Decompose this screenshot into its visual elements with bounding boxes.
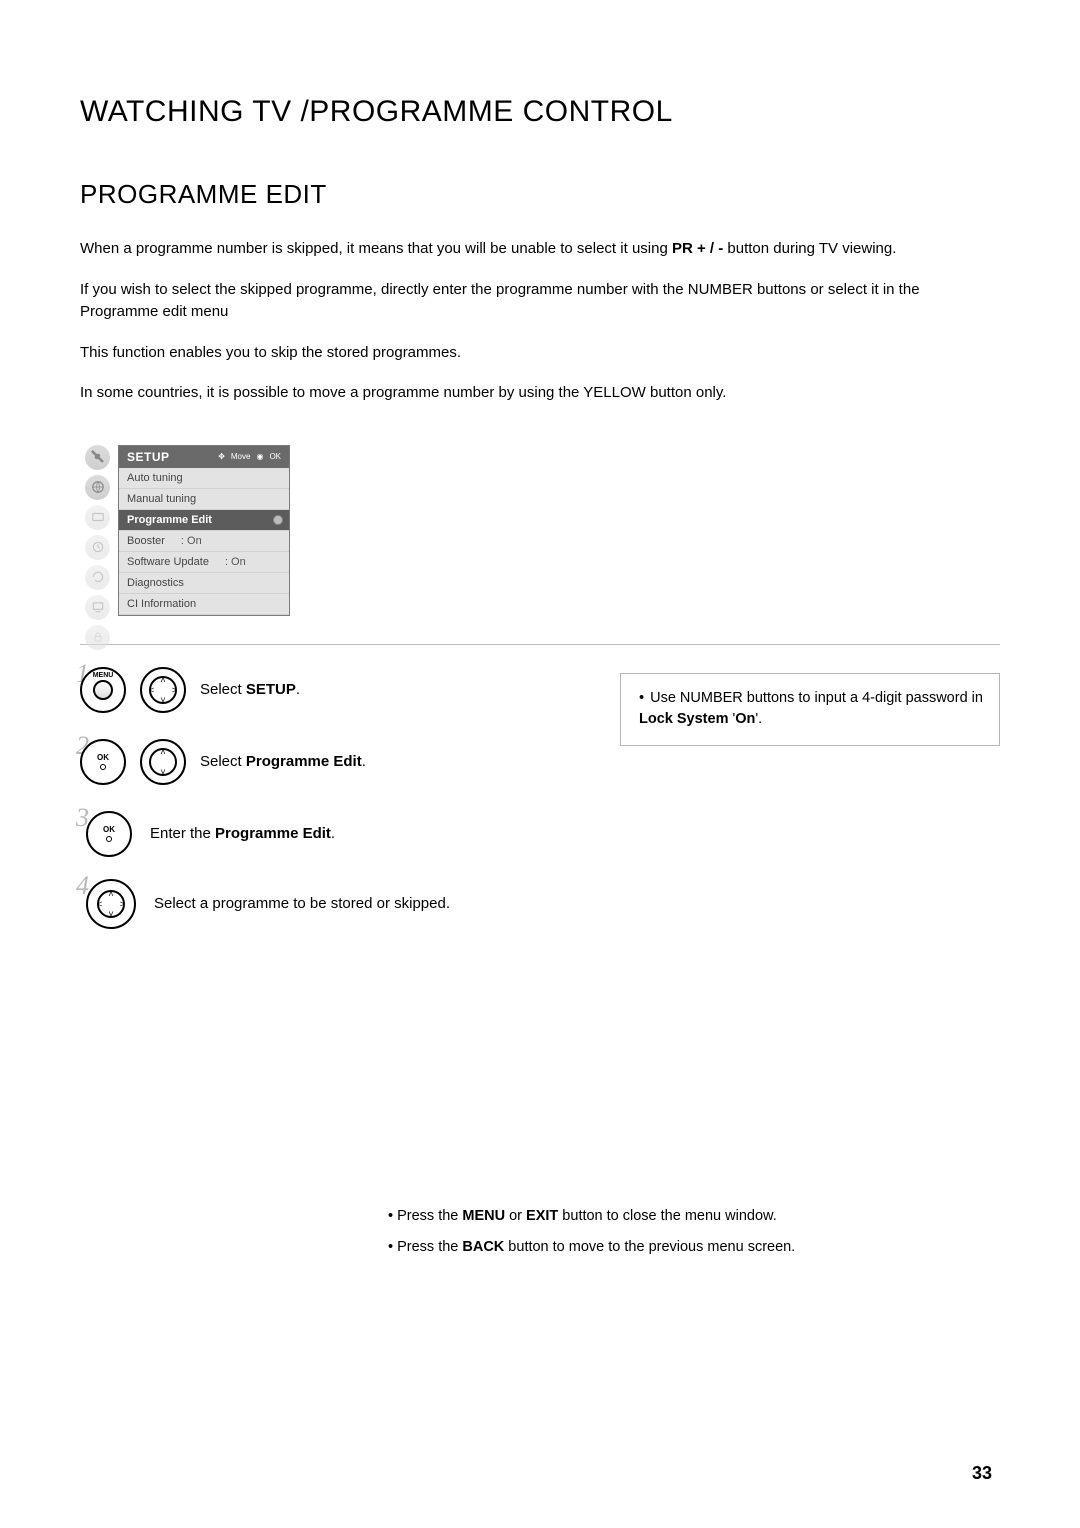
step-3-text: Enter the Programme Edit. bbox=[150, 825, 335, 842]
step-1-text: Select SETUP. bbox=[200, 681, 300, 698]
step-1: 1 MENU ˄ ˅ ˂ ˃ Select SETUP. bbox=[80, 667, 580, 713]
osd-hint-ok: OK bbox=[269, 452, 281, 461]
intro-p1-a: When a programme number is skipped, it m… bbox=[80, 240, 672, 257]
step-2-text: Select Programme Edit. bbox=[200, 753, 366, 770]
bullet-icon: • bbox=[639, 690, 644, 706]
footer-l1-c: or bbox=[505, 1208, 526, 1224]
step-3-a: Enter the bbox=[150, 825, 215, 842]
chevron-right-icon: ˃ bbox=[172, 685, 177, 695]
globe-icon bbox=[85, 475, 110, 500]
osd-item-software-update-label: Software Update bbox=[127, 556, 209, 568]
dpad-icon: ˄ ˅ ˂ ˃ bbox=[86, 879, 136, 929]
page-title: WATCHING TV /PROGRAMME CONTROL bbox=[80, 95, 1000, 129]
ok-button-label: OK bbox=[97, 753, 109, 762]
step-2-a: Select bbox=[200, 753, 246, 770]
osd-item-diagnostics[interactable]: Diagnostics bbox=[119, 573, 289, 594]
footer-line-1: • Press the MENU or EXIT button to close… bbox=[388, 1201, 1000, 1233]
move-arrows-icon: ✥ bbox=[218, 452, 225, 461]
step-1-b: SETUP bbox=[246, 681, 296, 698]
osd-item-booster-value: : On bbox=[181, 535, 202, 547]
intro-p1-c: button during TV viewing. bbox=[723, 240, 896, 257]
wrench-icon bbox=[85, 445, 110, 470]
note-box: • Use NUMBER buttons to input a 4-digit … bbox=[620, 673, 1000, 747]
footer-l2-c: button to move to the previous menu scre… bbox=[504, 1239, 795, 1255]
dot-icon: ◉ bbox=[256, 452, 263, 461]
step-2: 2 OK ˄ ˅ Select Programme Edit. bbox=[80, 739, 580, 785]
chevron-down-icon: ˅ bbox=[160, 695, 165, 705]
chevron-down-icon: ˅ bbox=[160, 767, 165, 777]
osd-setup-menu: SETUP ✥ Move ◉ OK Auto tuning Manual tun… bbox=[80, 445, 290, 616]
step-3-b: Programme Edit bbox=[215, 825, 331, 842]
intro-block: When a programme number is skipped, it m… bbox=[80, 238, 1000, 405]
intro-p1: When a programme number is skipped, it m… bbox=[80, 238, 1000, 261]
footer-l2-a: • Press the bbox=[388, 1239, 462, 1255]
tv-icon bbox=[85, 505, 110, 530]
step-4-text: Select a programme to be stored or skipp… bbox=[154, 895, 450, 912]
step-2-b: Programme Edit bbox=[246, 753, 362, 770]
osd-item-software-update-value: : On bbox=[225, 556, 246, 568]
osd-item-software-update[interactable]: Software Update : On bbox=[119, 552, 289, 573]
osd-item-ci-information[interactable]: CI Information bbox=[119, 594, 289, 615]
intro-p2: If you wish to select the skipped progra… bbox=[80, 279, 1000, 324]
section-title: PROGRAMME EDIT bbox=[80, 179, 1000, 210]
footer-l1-d: EXIT bbox=[526, 1208, 558, 1224]
step-1-c: . bbox=[296, 681, 300, 698]
osd-category-icons bbox=[80, 445, 115, 655]
chevron-up-icon: ˄ bbox=[160, 675, 165, 685]
footer-l2-b: BACK bbox=[462, 1239, 504, 1255]
page-number: 33 bbox=[972, 1463, 992, 1484]
chevron-left-icon: ˂ bbox=[149, 685, 154, 695]
chevron-down-icon: ˅ bbox=[108, 909, 113, 919]
step-3-c: . bbox=[331, 825, 335, 842]
clock-icon bbox=[85, 535, 110, 560]
chevron-left-icon: ˂ bbox=[97, 899, 102, 909]
chevron-right-icon: ˃ bbox=[120, 899, 125, 909]
osd-hint-move: Move bbox=[231, 452, 251, 461]
step-4: 4 ˄ ˅ ˂ ˃ Select a programme to be store… bbox=[80, 879, 580, 929]
osd-item-auto-tuning[interactable]: Auto tuning bbox=[119, 468, 289, 489]
dpad-icon: ˄ ˅ ˂ ˃ bbox=[140, 667, 186, 713]
dpad-icon: ˄ ˅ bbox=[140, 739, 186, 785]
footer-line-2: • Press the BACK button to move to the p… bbox=[388, 1232, 1000, 1264]
ok-dot-icon bbox=[106, 836, 112, 842]
note-b: Lock System bbox=[639, 711, 728, 727]
footer-l1-a: • Press the bbox=[388, 1208, 462, 1224]
chevron-up-icon: ˄ bbox=[108, 889, 113, 899]
note-e: '. bbox=[755, 711, 762, 727]
footer-l1-b: MENU bbox=[462, 1208, 505, 1224]
osd-header: SETUP ✥ Move ◉ OK bbox=[119, 446, 289, 468]
osd-item-booster-label: Booster bbox=[127, 535, 165, 547]
note-a: Use NUMBER buttons to input a 4-digit pa… bbox=[646, 690, 983, 706]
note-d: On bbox=[735, 711, 755, 727]
footer-notes: • Press the MENU or EXIT button to close… bbox=[80, 1201, 1000, 1265]
step-2-c: . bbox=[362, 753, 366, 770]
osd-item-programme-edit[interactable]: Programme Edit bbox=[119, 510, 289, 531]
menu-button-icon: MENU bbox=[80, 667, 126, 713]
ok-button-icon: OK bbox=[80, 739, 126, 785]
osd-item-manual-tuning[interactable]: Manual tuning bbox=[119, 489, 289, 510]
osd-item-booster[interactable]: Booster : On bbox=[119, 531, 289, 552]
divider bbox=[80, 644, 1000, 645]
intro-p1-b: PR + / - bbox=[672, 240, 723, 257]
lock-icon bbox=[85, 625, 110, 650]
osd-title: SETUP bbox=[127, 450, 170, 464]
menu-button-label: MENU bbox=[93, 672, 114, 679]
ok-button-icon: OK bbox=[86, 811, 132, 857]
screen-icon bbox=[85, 595, 110, 620]
step-1-a: Select bbox=[200, 681, 246, 698]
refresh-icon bbox=[85, 565, 110, 590]
footer-l1-e: button to close the menu window. bbox=[558, 1208, 776, 1224]
intro-p3: This function enables you to skip the st… bbox=[80, 342, 1000, 365]
ok-dot-icon bbox=[100, 764, 106, 770]
chevron-up-icon: ˄ bbox=[160, 747, 165, 757]
step-3: 3 OK Enter the Programme Edit. bbox=[80, 811, 580, 857]
ok-button-label: OK bbox=[103, 825, 115, 834]
intro-p4: In some countries, it is possible to mov… bbox=[80, 382, 1000, 405]
